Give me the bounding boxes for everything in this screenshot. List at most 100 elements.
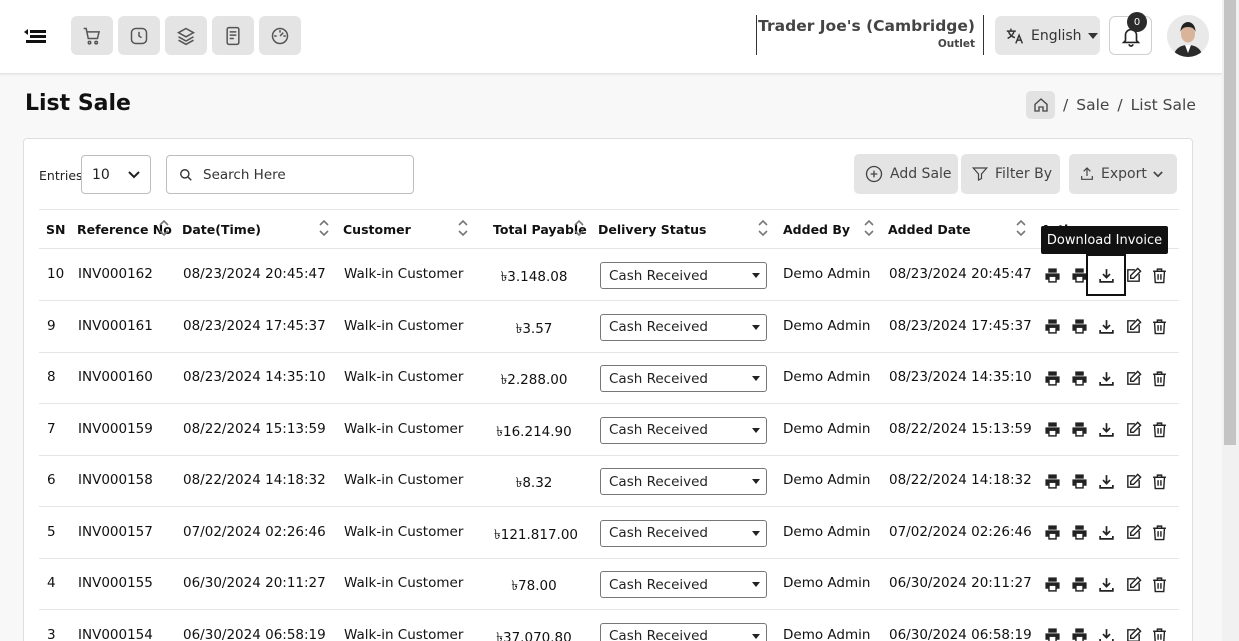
print-invoice-button[interactable] <box>1042 574 1062 594</box>
print-invoice-button[interactable] <box>1042 626 1062 641</box>
cell-added-date: 08/23/2024 20:45:47 <box>889 266 1032 282</box>
delivery-status-select[interactable]: Cash Received <box>600 365 767 392</box>
print-invoice-button[interactable] <box>1042 317 1062 337</box>
print-invoice-button[interactable] <box>1042 368 1062 388</box>
delete-sale-button[interactable] <box>1149 265 1169 285</box>
col-reference[interactable]: Reference No <box>77 222 172 237</box>
edit-sale-button[interactable] <box>1123 471 1143 491</box>
col-added-by[interactable]: Added By <box>783 222 850 237</box>
sort-icon[interactable] <box>758 219 768 237</box>
trash-icon <box>1152 422 1166 438</box>
download-invoice-button[interactable] <box>1096 420 1116 440</box>
delivery-status-select[interactable]: Cash Received <box>600 313 767 341</box>
edit-sale-button[interactable] <box>1123 368 1143 388</box>
language-dropdown[interactable]: English <box>995 16 1100 55</box>
edit-sale-button[interactable] <box>1123 317 1143 337</box>
col-total-payable[interactable]: Total Payable <box>493 222 587 237</box>
print-invoice-button[interactable] <box>1042 265 1062 285</box>
edit-sale-button[interactable] <box>1123 574 1143 594</box>
sort-icon[interactable] <box>159 219 169 237</box>
print-invoice-button[interactable] <box>1042 420 1062 440</box>
col-added-date[interactable]: Added Date <box>888 222 971 237</box>
register-button[interactable] <box>118 16 160 55</box>
print-pos-invoice-button[interactable] <box>1069 471 1089 491</box>
scrollbar-thumb[interactable] <box>1224 0 1236 445</box>
delivery-status-select[interactable]: Cash Received <box>600 622 767 641</box>
delivery-status-select[interactable]: Cash Received <box>600 519 767 547</box>
cell-datetime: 06/30/2024 20:11:27 <box>183 575 326 591</box>
col-datetime[interactable]: Date(Time) <box>182 222 261 237</box>
delete-sale-button[interactable] <box>1149 368 1169 388</box>
sort-icon[interactable] <box>1016 219 1026 237</box>
delivery-status-value: Cash Received <box>609 267 709 284</box>
sidebar-toggle-button[interactable] <box>22 22 50 50</box>
search-input[interactable] <box>203 166 403 183</box>
user-avatar[interactable] <box>1167 15 1209 57</box>
print-pos-invoice-button[interactable] <box>1069 265 1089 285</box>
col-customer[interactable]: Customer <box>343 222 411 237</box>
delete-sale-button[interactable] <box>1149 626 1169 641</box>
delivery-status-select[interactable]: Cash Received <box>600 571 767 598</box>
delivery-status-select[interactable]: Cash Received <box>600 262 767 289</box>
delivery-status-select[interactable]: Cash Received <box>600 416 767 444</box>
download-invoice-button[interactable] <box>1096 471 1116 491</box>
sort-icon[interactable] <box>574 219 584 237</box>
page-scrollbar[interactable] <box>1222 0 1239 641</box>
download-invoice-button[interactable] <box>1096 574 1116 594</box>
breadcrumb: / Sale / List Sale <box>1026 91 1196 119</box>
dashboard-button[interactable] <box>259 16 301 55</box>
delete-sale-button[interactable] <box>1149 317 1169 337</box>
delivery-status-value: Cash Received <box>609 370 709 387</box>
delete-sale-button[interactable] <box>1149 471 1169 491</box>
breadcrumb-home-button[interactable] <box>1026 91 1055 119</box>
print-invoice-button[interactable] <box>1042 523 1062 543</box>
print-icon <box>1044 319 1060 334</box>
print-pos-invoice-button[interactable] <box>1069 420 1089 440</box>
print-icon <box>1044 525 1060 540</box>
breadcrumb-sale[interactable]: Sale <box>1076 96 1109 114</box>
cell-datetime: 08/23/2024 20:45:47 <box>183 266 326 282</box>
delivery-status-select[interactable]: Cash Received <box>600 468 767 495</box>
download-invoice-button[interactable] <box>1096 523 1116 543</box>
download-invoice-button[interactable] <box>1096 626 1116 641</box>
edit-sale-button[interactable] <box>1123 420 1143 440</box>
pos-cart-button[interactable] <box>71 16 113 55</box>
download-invoice-button[interactable] <box>1096 368 1116 388</box>
cell-reference: INV000158 <box>78 472 153 488</box>
trash-icon <box>1152 267 1166 283</box>
download-icon <box>1098 268 1114 283</box>
reports-button[interactable] <box>212 16 254 55</box>
print-invoice-button[interactable] <box>1042 471 1062 491</box>
delete-sale-button[interactable] <box>1149 574 1169 594</box>
edit-sale-button[interactable] <box>1123 265 1143 285</box>
notifications-button[interactable]: 0 <box>1109 12 1152 55</box>
print-pos-invoice-button[interactable] <box>1069 317 1089 337</box>
entries-select[interactable]: 10 <box>81 155 151 194</box>
cell-reference: INV000159 <box>78 420 153 437</box>
print-pos-invoice-button[interactable] <box>1069 523 1089 543</box>
sort-icon[interactable] <box>864 219 874 237</box>
print-pos-invoice-button[interactable] <box>1069 626 1089 641</box>
download-invoice-button[interactable] <box>1096 317 1116 337</box>
delete-sale-button[interactable] <box>1149 420 1169 440</box>
print-pos-icon <box>1071 319 1087 334</box>
stock-button[interactable] <box>165 16 207 55</box>
col-delivery-status[interactable]: Delivery Status <box>598 222 706 237</box>
filter-by-button[interactable]: Filter By <box>961 154 1060 194</box>
edit-sale-button[interactable] <box>1123 626 1143 641</box>
sort-icon[interactable] <box>458 219 468 237</box>
download-invoice-button[interactable] <box>1086 254 1126 296</box>
edit-icon <box>1126 472 1142 488</box>
delete-sale-button[interactable] <box>1149 523 1169 543</box>
add-sale-button[interactable]: Add Sale <box>854 154 958 194</box>
cell-added-by: Demo Admin <box>783 626 871 641</box>
print-pos-icon <box>1071 473 1087 489</box>
print-pos-invoice-button[interactable] <box>1069 574 1089 594</box>
cell-added-by: Demo Admin <box>783 420 871 437</box>
search-box[interactable] <box>166 155 414 194</box>
export-button[interactable]: Export <box>1069 154 1177 194</box>
col-sn[interactable]: SN <box>46 222 65 237</box>
edit-sale-button[interactable] <box>1123 523 1143 543</box>
sort-icon[interactable] <box>319 219 329 237</box>
print-pos-invoice-button[interactable] <box>1069 368 1089 388</box>
